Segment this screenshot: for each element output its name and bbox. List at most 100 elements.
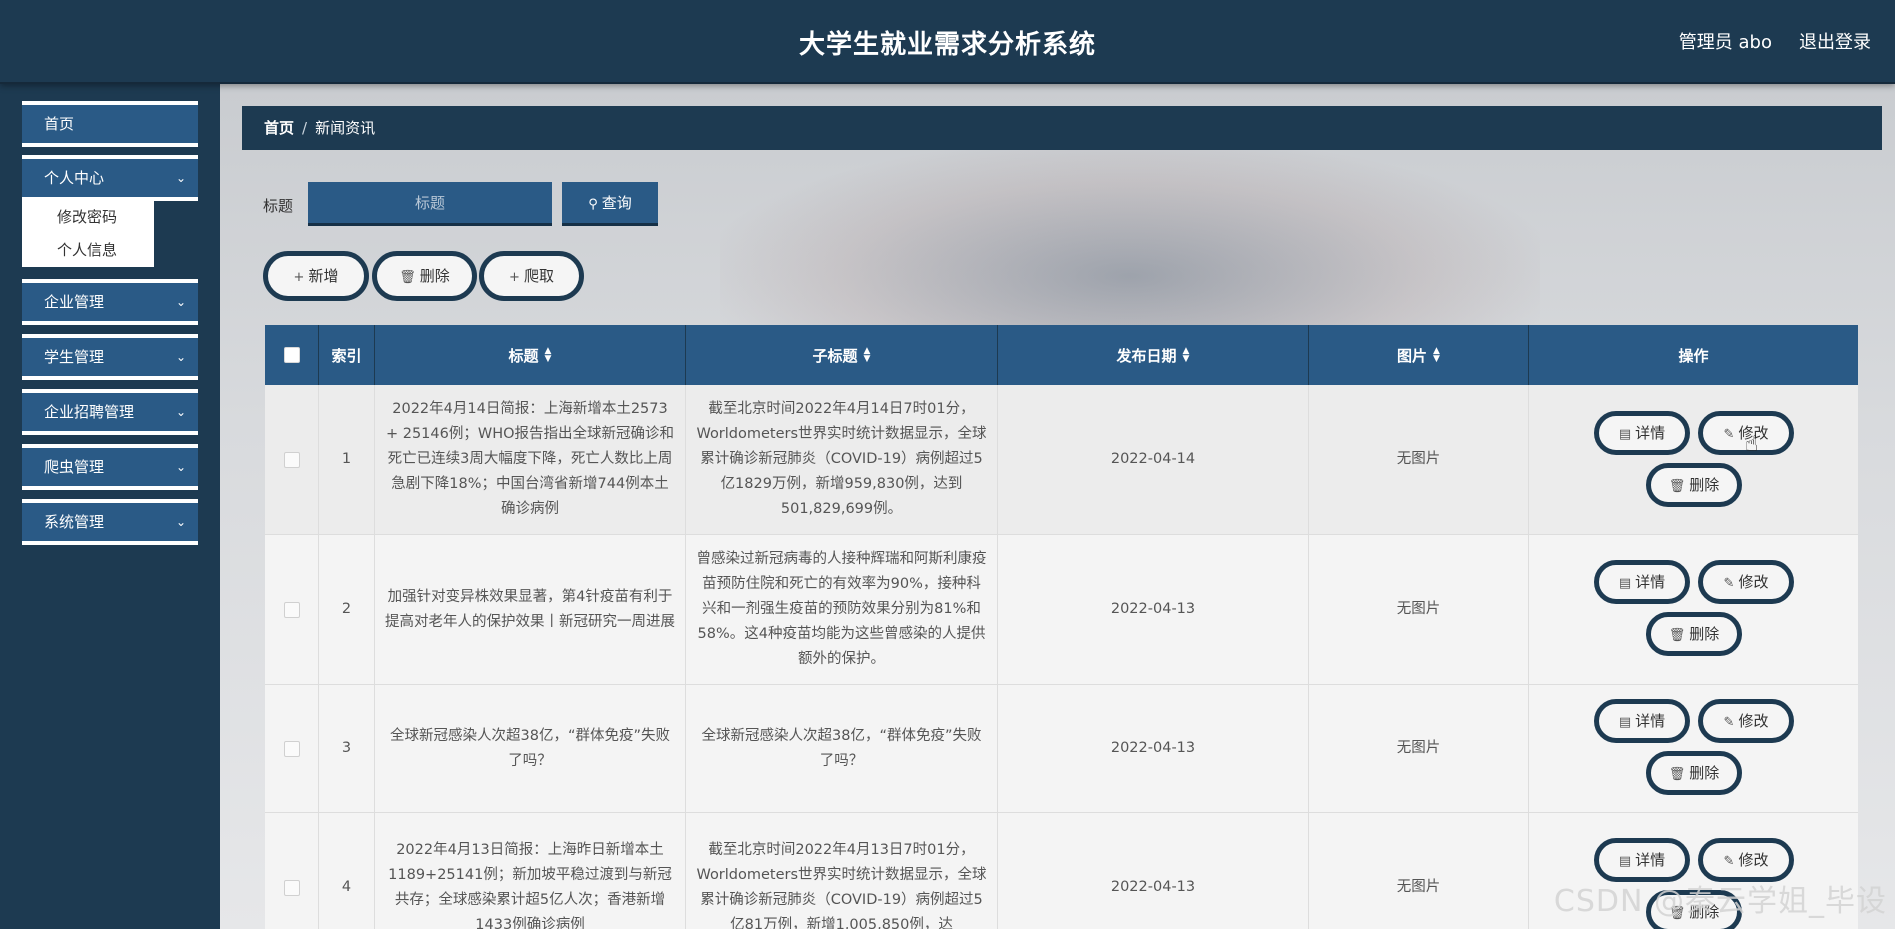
- sidebar-item-label: 企业招聘管理: [44, 403, 135, 421]
- edit-icon: ✎: [1723, 854, 1735, 869]
- batch-delete-button[interactable]: 🗑 删除: [372, 251, 477, 301]
- header-subtitle[interactable]: 子标题 ▲ ▼: [686, 325, 998, 385]
- chevron-down-icon: ⌄: [175, 171, 186, 185]
- edit-label: 修改: [1738, 573, 1769, 591]
- row-index: 3: [319, 685, 375, 812]
- table-row: 2 加强针对变异株效果显著，第4针疫苗有利于提高对老年人的保护效果丨新冠研究一周…: [265, 535, 1858, 685]
- main-content: 首页/新闻资讯 标题 ⚲查询 +新增 🗑删除 +爬取 索引 标题▲▼ 子标题▲▼…: [220, 84, 1895, 929]
- breadcrumb-separator: /: [302, 119, 308, 137]
- edit-button[interactable]: ✎ 修改: [1698, 560, 1794, 604]
- delete-button-label: 删除: [419, 267, 450, 285]
- sidebar-item-label: 首页: [44, 115, 75, 133]
- document-icon: ▤: [1618, 715, 1632, 730]
- row-checkbox[interactable]: [283, 601, 300, 618]
- row-checkbox[interactable]: [283, 740, 300, 757]
- delete-button[interactable]: 🗑 删除: [1646, 751, 1742, 795]
- edit-button[interactable]: ✎ 修改: [1698, 699, 1794, 743]
- row-title: 2022年4月13日简报：上海昨日新增本土1189+25141例；新加坡平稳过渡…: [375, 813, 686, 929]
- crawl-button[interactable]: + 爬取: [479, 251, 584, 301]
- delete-button[interactable]: 🗑 删除: [1646, 612, 1742, 656]
- row-checkbox[interactable]: [283, 879, 300, 896]
- trash-icon: 🗑: [1668, 767, 1686, 782]
- plus-icon: +: [509, 270, 520, 285]
- document-icon: ▤: [1618, 576, 1632, 591]
- row-image: 无图片: [1309, 685, 1529, 812]
- trash-icon: 🗑: [1668, 479, 1686, 494]
- row-date: 2022-04-13: [998, 813, 1309, 929]
- delete-label: 删除: [1689, 764, 1720, 782]
- document-icon: ▤: [1618, 427, 1632, 442]
- delete-label: 删除: [1689, 625, 1720, 643]
- crawl-button-label: 爬取: [523, 267, 554, 285]
- add-button[interactable]: + 新增: [263, 251, 369, 301]
- header-label: 子标题: [812, 346, 858, 365]
- row-select: [265, 685, 319, 812]
- header-label: 操作: [1678, 346, 1709, 365]
- table-row: 1 2022年4月14日简报：上海新增本土2573 + 25146例；WHO报告…: [265, 385, 1858, 535]
- detail-button[interactable]: ▤ 详情: [1594, 699, 1690, 743]
- sidebar-item-label: 个人中心: [44, 169, 105, 187]
- row-select: [265, 385, 319, 534]
- row-title: 加强针对变异株效果显著，第4针疫苗有利于提高对老年人的保护效果丨新冠研究一周进展: [375, 535, 686, 684]
- pointer-cursor-icon: ☝: [1745, 432, 1759, 457]
- header-label: 索引: [331, 346, 362, 365]
- header-date[interactable]: 发布日期 ▲ ▼: [998, 325, 1309, 385]
- trash-icon: 🗑: [399, 270, 416, 285]
- breadcrumb-current: 新闻资讯: [315, 119, 376, 137]
- row-index: 4: [319, 813, 375, 929]
- sort-icon[interactable]: ▲ ▼: [1183, 347, 1190, 364]
- sidebar-item-system[interactable]: 系统管理 ⌄: [22, 499, 198, 545]
- logout-link[interactable]: 退出登录: [1799, 28, 1871, 54]
- row-actions: ▤ 详情 ✎ 修改 🗑 删除: [1529, 385, 1858, 534]
- submenu-personal-center: 修改密码 个人信息: [22, 201, 154, 267]
- row-index: 1: [319, 385, 375, 534]
- sidebar-item-student[interactable]: 学生管理 ⌄: [22, 334, 198, 380]
- row-title: 2022年4月14日简报：上海新增本土2573 + 25146例；WHO报告指出…: [375, 385, 686, 534]
- detail-label: 详情: [1635, 424, 1666, 442]
- row-subtitle: 截至北京时间2022年4月14日7时01分，Worldometers世界实时统计…: [686, 385, 998, 534]
- sidebar-item-crawler[interactable]: 爬虫管理 ⌄: [22, 444, 198, 490]
- detail-label: 详情: [1635, 712, 1666, 730]
- current-user: 管理员 abo: [1678, 32, 1772, 53]
- document-icon: ▤: [1618, 854, 1632, 869]
- row-image: 无图片: [1309, 535, 1529, 684]
- edit-icon: ✎: [1723, 576, 1735, 591]
- row-title: 全球新冠感染人次超38亿，“群体免疫”失败了吗？: [375, 685, 686, 812]
- watermark: CSDN @秦云学姐_毕设: [1553, 884, 1887, 919]
- detail-label: 详情: [1635, 851, 1666, 869]
- submenu-item-personal-info[interactable]: 个人信息: [22, 234, 154, 267]
- add-button-label: 新增: [308, 267, 339, 285]
- plus-icon: +: [293, 270, 305, 285]
- sidebar-item-label: 企业管理: [44, 293, 105, 311]
- select-all-checkbox[interactable]: [283, 347, 300, 363]
- app-title: 大学生就业需求分析系统: [798, 30, 1096, 60]
- detail-button[interactable]: ▤ 详情: [1594, 560, 1690, 604]
- search-button[interactable]: ⚲ 查询: [562, 182, 658, 226]
- row-subtitle: 截至北京时间2022年4月13日7时01分，Worldometers世界实时统计…: [686, 813, 998, 929]
- row-date: 2022-04-14: [998, 385, 1309, 534]
- row-checkbox[interactable]: [283, 451, 300, 468]
- sidebar-item-home[interactable]: 首页: [22, 101, 198, 147]
- row-actions: ▤ 详情 ✎ 修改 🗑 删除: [1529, 535, 1858, 684]
- sidebar-item-label: 系统管理: [44, 513, 105, 531]
- breadcrumb-home[interactable]: 首页: [264, 119, 294, 137]
- sidebar-item-personal-center[interactable]: 个人中心 ⌄: [22, 155, 198, 201]
- detail-button[interactable]: ▤ 详情: [1594, 411, 1690, 455]
- header-actions: 操作: [1529, 325, 1858, 385]
- sort-icon[interactable]: ▲ ▼: [545, 347, 552, 364]
- sort-icon[interactable]: ▲ ▼: [864, 347, 871, 364]
- detail-label: 详情: [1635, 573, 1666, 591]
- chevron-down-icon: ⌄: [175, 460, 186, 474]
- submenu-item-change-password[interactable]: 修改密码: [22, 201, 154, 234]
- search-input[interactable]: [308, 182, 552, 226]
- sidebar-item-recruitment[interactable]: 企业招聘管理 ⌄: [22, 389, 198, 435]
- sidebar-item-enterprise[interactable]: 企业管理 ⌄: [22, 279, 198, 325]
- table-header: 索引 标题 ▲ ▼ 子标题 ▲ ▼ 发布日期 ▲ ▼ 图片 ▲ ▼ 操作: [265, 325, 1858, 385]
- header-image[interactable]: 图片 ▲ ▼: [1309, 325, 1529, 385]
- chevron-down-icon: ⌄: [175, 405, 186, 419]
- delete-button[interactable]: 🗑 删除: [1646, 463, 1742, 507]
- header-title[interactable]: 标题 ▲ ▼: [375, 325, 686, 385]
- edit-icon: ✎: [1723, 715, 1735, 730]
- sort-icon[interactable]: ▲ ▼: [1433, 347, 1440, 364]
- news-table: 索引 标题 ▲ ▼ 子标题 ▲ ▼ 发布日期 ▲ ▼ 图片 ▲ ▼ 操作 1 2022年4月14…: [265, 325, 1858, 929]
